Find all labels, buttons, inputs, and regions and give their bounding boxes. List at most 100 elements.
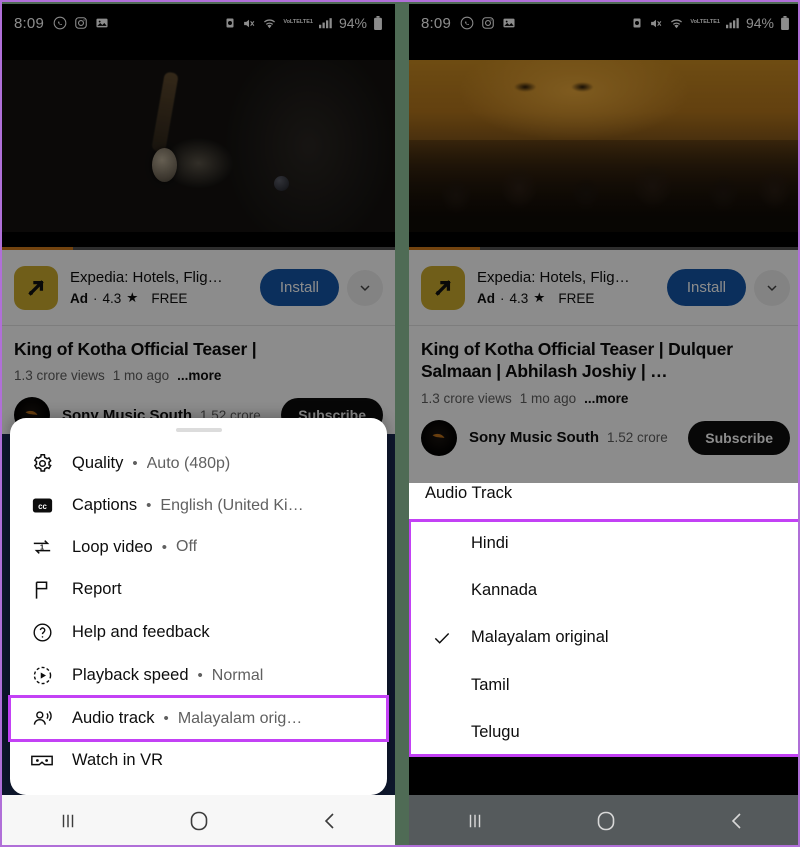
menu-item-captions[interactable]: cc Captions • English (United Ki… bbox=[10, 485, 387, 526]
check-icon bbox=[425, 628, 459, 648]
menu-value: Normal bbox=[211, 666, 264, 684]
instagram-icon bbox=[481, 16, 495, 30]
volte-lte1-icon: VoLTE LTE1 bbox=[690, 19, 720, 26]
menu-item-label: Watch in VR bbox=[72, 751, 163, 770]
channel-avatar[interactable] bbox=[421, 419, 457, 456]
video-frame-dark bbox=[2, 60, 395, 232]
menu-item-label: Quality • Auto (480p) bbox=[72, 454, 230, 473]
mute-icon bbox=[649, 17, 663, 30]
closed-captions-icon: cc bbox=[28, 497, 56, 514]
battery-percent: 94% bbox=[338, 15, 367, 31]
recents-icon[interactable] bbox=[38, 801, 98, 841]
video-options-sheet: Quality • Auto (480p) cc Captions • Engl… bbox=[8, 418, 389, 795]
wifi-icon bbox=[262, 17, 277, 30]
ad-title: Expedia: Hotels, Flig… bbox=[70, 269, 223, 286]
back-icon[interactable] bbox=[707, 801, 767, 841]
menu-dot: • bbox=[132, 455, 138, 472]
menu-label-text: Playback speed bbox=[72, 666, 189, 684]
status-left-icons bbox=[53, 16, 109, 30]
left-phone-panel: 8:09 VoLTE LTE1 94% Expedia: Hotels, Fli… bbox=[2, 4, 395, 845]
audio-track-option-malayalam-original[interactable]: Malayalam original bbox=[409, 614, 798, 662]
audio-track-header: Audio Track bbox=[425, 483, 513, 502]
track-label: Telugu bbox=[471, 722, 520, 741]
menu-item-label: Loop video • Off bbox=[72, 538, 197, 557]
pendant-locket bbox=[152, 148, 177, 182]
necklace-cord bbox=[151, 71, 179, 153]
menu-item-playback-speed[interactable]: Playback speed • Normal bbox=[10, 654, 387, 697]
status-bar-left: 8:09 VoLTE LTE1 94% bbox=[2, 4, 395, 42]
channel-subscribers: 1.52 crore bbox=[607, 430, 668, 446]
video-player-left[interactable] bbox=[2, 42, 395, 250]
more-link[interactable]: ...more bbox=[584, 391, 628, 406]
nav-bar-left bbox=[2, 795, 395, 845]
vr-goggles-icon bbox=[28, 752, 56, 769]
photos-icon bbox=[95, 16, 109, 30]
ad-banner-right[interactable]: Expedia: Hotels, Flig… Ad · 4.3 ★ FREE I… bbox=[409, 250, 798, 326]
audio-track-icon bbox=[28, 708, 56, 729]
menu-dot: • bbox=[163, 710, 169, 727]
page-title-right: King of Kotha Official Teaser | Dulquer … bbox=[421, 339, 733, 382]
menu-dot: • bbox=[161, 538, 168, 556]
channel-row-right: Sony Music South 1.52 crore Subscribe bbox=[421, 419, 790, 456]
menu-dot: • bbox=[197, 667, 203, 684]
ad-text-block: Expedia: Hotels, Flig… Ad · 4.3 ★ FREE bbox=[477, 269, 667, 306]
menu-item-loop-video[interactable]: 1 Loop video • Off bbox=[10, 526, 387, 568]
audio-track-option-telugu[interactable]: Telugu bbox=[409, 709, 798, 756]
menu-item-quality[interactable]: Quality • Auto (480p) bbox=[10, 442, 387, 485]
menu-value: Off bbox=[176, 538, 198, 555]
menu-label-text: Quality bbox=[72, 454, 124, 472]
menu-label-text: Audio track bbox=[72, 709, 155, 727]
channel-name[interactable]: Sony Music South bbox=[469, 429, 599, 446]
signal-bars-icon bbox=[318, 17, 333, 29]
shirt-button bbox=[274, 176, 289, 191]
upload-age: 1 mo ago bbox=[112, 368, 170, 384]
ad-banner-left[interactable]: Expedia: Hotels, Flig… Ad · 4.3 ★ FREE I… bbox=[2, 250, 395, 326]
install-button[interactable]: Install bbox=[259, 269, 339, 306]
ad-rating: 4.3 bbox=[509, 290, 529, 306]
back-icon[interactable] bbox=[300, 801, 360, 841]
ad-subtitle: Ad · 4.3 ★ FREE bbox=[477, 290, 667, 306]
ad-title: Expedia: Hotels, Flig… bbox=[477, 269, 630, 286]
home-icon[interactable] bbox=[169, 801, 229, 841]
battery-percent: 94% bbox=[745, 15, 774, 31]
menu-item-watch-in-vr[interactable]: Watch in VR bbox=[10, 740, 387, 781]
chevron-down-icon[interactable] bbox=[754, 269, 790, 306]
ad-text-block: Expedia: Hotels, Flig… Ad · 4.3 ★ FREE bbox=[70, 269, 260, 306]
video-still-crowd bbox=[409, 60, 798, 232]
menu-item-report[interactable]: Report bbox=[10, 568, 387, 611]
help-circle-icon bbox=[28, 622, 56, 643]
ad-star-icon: ★ bbox=[126, 290, 139, 305]
home-icon[interactable] bbox=[576, 801, 636, 841]
video-player-right[interactable] bbox=[409, 42, 798, 250]
whatsapp-icon bbox=[460, 16, 474, 30]
status-right-icons: VoLTE LTE1 94% bbox=[631, 15, 790, 31]
video-frame-amber bbox=[409, 60, 798, 232]
background-face bbox=[501, 74, 611, 100]
sheet-grabber[interactable] bbox=[175, 428, 222, 432]
menu-item-audio-track[interactable]: Audio track • Malayalam orig… bbox=[8, 695, 389, 742]
status-bar-right: 8:09 VoLTE LTE1 94% bbox=[409, 4, 798, 42]
recents-icon[interactable] bbox=[445, 801, 505, 841]
flag-icon bbox=[28, 579, 56, 600]
ad-separator: · bbox=[500, 290, 505, 306]
track-label: Kannada bbox=[471, 580, 538, 599]
more-link[interactable]: ...more bbox=[177, 368, 221, 383]
menu-item-help-and-feedback[interactable]: Help and feedback bbox=[10, 611, 387, 654]
view-count: 1.3 crore views bbox=[421, 390, 512, 406]
menu-value: English (United Ki… bbox=[160, 496, 304, 514]
track-label: Tamil bbox=[471, 675, 510, 694]
status-right-icons: VoLTE LTE1 94% bbox=[224, 15, 383, 31]
subscribe-button[interactable]: Subscribe bbox=[688, 420, 790, 455]
page-title-left: King of Kotha Official Teaser | bbox=[14, 339, 257, 359]
audio-track-option-kannada[interactable]: Kannada bbox=[409, 567, 798, 614]
track-label: Hindi bbox=[471, 533, 509, 552]
instagram-icon bbox=[74, 16, 88, 30]
audio-track-option-tamil[interactable]: Tamil bbox=[409, 662, 798, 709]
video-stats-left: 1.3 crore views 1 mo ago ...more bbox=[14, 368, 383, 383]
chevron-down-icon[interactable] bbox=[347, 269, 383, 306]
nav-bar-right bbox=[409, 795, 798, 845]
install-button[interactable]: Install bbox=[666, 269, 746, 306]
ad-price: FREE bbox=[558, 290, 595, 306]
audio-track-option-hindi[interactable]: Hindi bbox=[409, 520, 798, 567]
ad-separator: · bbox=[93, 290, 98, 306]
